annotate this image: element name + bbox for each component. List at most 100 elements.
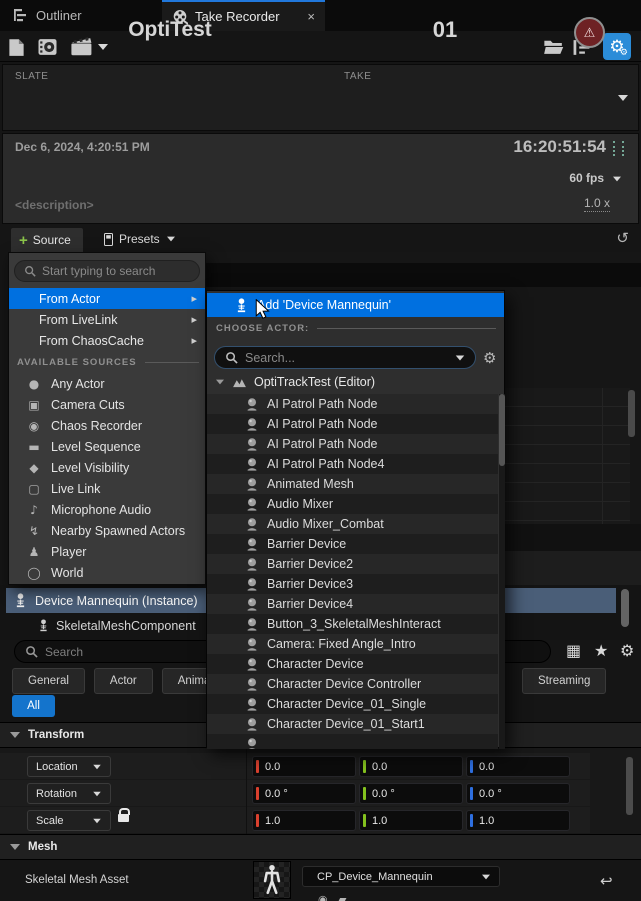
settings-button[interactable]: ⚙ ⚙ <box>603 33 631 60</box>
actor-search-input[interactable]: Search... <box>214 346 476 369</box>
source-item-player[interactable]: ♟ Player <box>9 541 205 562</box>
presets-button[interactable]: Presets <box>100 227 180 251</box>
world-root-row[interactable]: OptiTrackTest (Editor) <box>215 375 375 389</box>
actor-item-audio-mixer-combat[interactable]: Audio Mixer_Combat <box>207 514 498 534</box>
actor-item-barrier-device3[interactable]: Barrier Device3 <box>207 574 498 594</box>
actor-item-character-device-01-start1[interactable]: Character Device_01_Start1 <box>207 714 498 734</box>
source-item-nearby-spawned-actors[interactable]: ↯ Nearby Spawned Actors <box>9 520 205 541</box>
asset-use-selected-icon[interactable]: ◉ <box>318 893 328 901</box>
source-item-live-link[interactable]: ▢ Live Link <box>9 478 205 499</box>
close-tab-icon[interactable]: × <box>307 9 315 24</box>
sources-panel-header <box>206 263 641 287</box>
rotation-dropdown[interactable]: Rotation <box>27 783 111 804</box>
actor-icon <box>245 637 259 651</box>
actor-icon <box>245 517 259 531</box>
menu-item-from-chaoscache[interactable]: From ChaosCache ▸ <box>9 330 205 351</box>
scale-y-field[interactable]: 1.0 <box>359 810 463 831</box>
source-item-level-sequence[interactable]: ▬ Level Sequence <box>9 436 205 457</box>
actor-item-animated-mesh[interactable]: Animated Mesh <box>207 474 498 494</box>
actor-item-barrier-device[interactable]: Barrier Device <box>207 534 498 554</box>
menu-search-input[interactable]: Start typing to search <box>14 260 200 282</box>
rotation-y-field[interactable]: 0.0 ° <box>359 783 463 804</box>
details-column-divider[interactable] <box>246 748 247 834</box>
actor-picker-popup: Add 'Device Mannequin' CHOOSE ACTOR: Sea… <box>206 290 505 748</box>
actor-item-ai-patrol-path-node[interactable]: AI Patrol Path Node <box>207 394 498 414</box>
add-device-mannequin-item[interactable]: Add 'Device Mannequin' <box>207 293 504 317</box>
outliner-icon <box>14 9 29 22</box>
actor-item-audio-mixer[interactable]: Audio Mixer <box>207 494 498 514</box>
actor-icon <box>245 717 259 731</box>
location-y-field[interactable]: 0.0 <box>359 756 463 777</box>
asset-browse-icon[interactable]: ▰ <box>338 893 346 901</box>
actor-item-character-device-01-single[interactable]: Character Device_01_Single <box>207 694 498 714</box>
rotation-z-field[interactable]: 0.0 ° <box>466 783 570 804</box>
actor-item-ai-patrol-path-node4[interactable]: AI Patrol Path Node4 <box>207 454 498 474</box>
framerate-value[interactable]: 60 fps <box>569 171 604 185</box>
source-item-chaos-recorder[interactable]: ◉ Chaos Recorder <box>9 415 205 436</box>
grid-view-icon[interactable]: ▦ <box>566 641 581 661</box>
filter-all-button[interactable]: All <box>12 695 55 717</box>
record-button[interactable]: ⚠ <box>574 17 605 48</box>
framerate-chevron-icon[interactable] <box>613 177 621 182</box>
location-dropdown[interactable]: Location <box>27 756 111 777</box>
lock-icon[interactable] <box>118 808 129 822</box>
mesh-section-header[interactable]: Mesh <box>0 834 641 860</box>
description-placeholder[interactable]: <description> <box>15 198 94 212</box>
scale-x-field[interactable]: 1.0 <box>252 810 356 831</box>
actor-list-scrollbar-thumb[interactable] <box>499 394 505 466</box>
menu-item-from-livelink[interactable]: From LiveLink ▸ <box>9 309 205 330</box>
details-settings-gear-icon[interactable]: ⚙ <box>620 641 634 661</box>
open-folder-button[interactable] <box>543 35 564 59</box>
actor-item-camera-fixed-angle-intro[interactable]: Camera: Fixed Angle_Intro <box>207 634 498 654</box>
playback-speed[interactable]: 1.0 x <box>584 196 610 212</box>
location-x-field[interactable]: 0.0 <box>252 756 356 777</box>
actor-icon <box>245 457 259 471</box>
review-recordings-button[interactable] <box>37 35 58 59</box>
location-z-field[interactable]: 0.0 <box>466 756 570 777</box>
mesh-asset-dropdown[interactable]: CP_Device_Mannequin <box>302 866 500 887</box>
take-number-field[interactable]: 01 <box>415 17 475 43</box>
filter-tab-general[interactable]: General <box>12 668 85 694</box>
actor-item-ai-patrol-path-node[interactable]: AI Patrol Path Node <box>207 434 498 454</box>
source-item-world[interactable]: ◯ World <box>9 562 205 583</box>
actor-item-button-3-skeletalmeshinteract[interactable]: Button_3_SkeletalMeshInteract <box>207 614 498 634</box>
mesh-thumbnail[interactable] <box>253 861 291 899</box>
revert-changes-icon[interactable]: ↺ <box>616 229 629 247</box>
details-scrollbar-thumb[interactable] <box>626 757 633 815</box>
transform-rows: Location 0.0 0.0 0.0 Rotation 0.0 ° 0.0 … <box>0 748 641 834</box>
filter-tab-actor[interactable]: Actor <box>94 668 153 694</box>
filter-tab-streaming[interactable]: Streaming <box>522 668 606 694</box>
favorites-star-icon[interactable]: ★ <box>594 641 608 661</box>
actor-item-partial[interactable] <box>207 734 498 749</box>
source-item-level-visibility[interactable]: ◆ Level Visibility <box>9 457 205 478</box>
actor-list-scrollbar[interactable] <box>499 394 505 749</box>
choose-actor-header: CHOOSE ACTOR: <box>216 323 496 334</box>
reset-property-icon[interactable]: ↩ <box>600 872 613 890</box>
monitor-icon: ▢ <box>26 482 42 496</box>
sphere-icon: ● <box>26 377 42 391</box>
record-options-chevron-icon[interactable] <box>618 95 628 101</box>
sources-scrollbar-thumb[interactable] <box>628 390 635 437</box>
new-recording-button[interactable] <box>8 35 25 59</box>
scale-z-field[interactable]: 1.0 <box>466 810 570 831</box>
source-item-any-actor[interactable]: ● Any Actor <box>9 373 205 394</box>
actor-item-ai-patrol-path-node[interactable]: AI Patrol Path Node <box>207 414 498 434</box>
picker-settings-gear-icon[interactable]: ⚙ <box>483 349 496 367</box>
actor-item-barrier-device4[interactable]: Barrier Device4 <box>207 594 498 614</box>
source-item-microphone-audio[interactable]: ♪ Microphone Audio <box>9 499 205 520</box>
actor-item-character-device[interactable]: Character Device <box>207 654 498 674</box>
components-scrollbar-thumb[interactable] <box>621 589 629 627</box>
preset-slate-icon <box>104 233 113 246</box>
camera-icon: ▣ <box>26 398 42 412</box>
actor-item-character-device-controller[interactable]: Character Device Controller <box>207 674 498 694</box>
source-item-camera-cuts[interactable]: ▣ Camera Cuts <box>9 394 205 415</box>
add-source-button[interactable]: + Source <box>10 227 84 252</box>
chevron-down-icon <box>93 791 101 796</box>
menu-item-from-actor[interactable]: From Actor ▸ <box>9 288 205 309</box>
rotation-x-field[interactable]: 0.0 ° <box>252 783 356 804</box>
axis-color-bar <box>256 814 259 827</box>
scale-dropdown[interactable]: Scale <box>27 810 111 831</box>
slate-panel: SLATE TAKE <box>2 64 639 131</box>
actor-item-barrier-device2[interactable]: Barrier Device2 <box>207 554 498 574</box>
slate-name-field[interactable]: OptiTest <box>60 18 280 42</box>
